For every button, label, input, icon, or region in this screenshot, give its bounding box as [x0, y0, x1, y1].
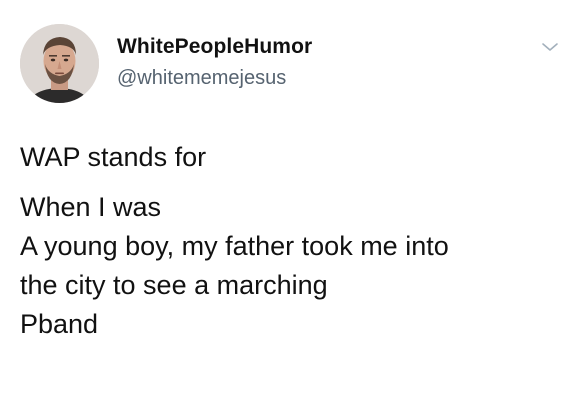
user-info: WhitePeopleHumor @whitememejesus — [117, 36, 312, 88]
tweet-card: WhitePeopleHumor @whitememejesus WAP sta… — [0, 0, 579, 407]
tweet-text-line: A young boy, my father took me into — [20, 231, 449, 261]
profile-photo-icon — [20, 24, 99, 103]
avatar[interactable] — [20, 24, 99, 103]
tweet-text-line: Pband — [20, 309, 99, 339]
tweet-text-line: WAP stands for — [20, 142, 207, 172]
chevron-down-icon[interactable] — [540, 40, 560, 54]
tweet-text-line: When I was — [20, 192, 162, 222]
tweet-text-line: the city to see a marching — [20, 270, 328, 300]
user-handle[interactable]: @whitememejesus — [117, 68, 312, 88]
display-name[interactable]: WhitePeopleHumor — [117, 36, 312, 57]
tweet-text: WAP stands for When I was A young boy, m… — [20, 138, 565, 344]
